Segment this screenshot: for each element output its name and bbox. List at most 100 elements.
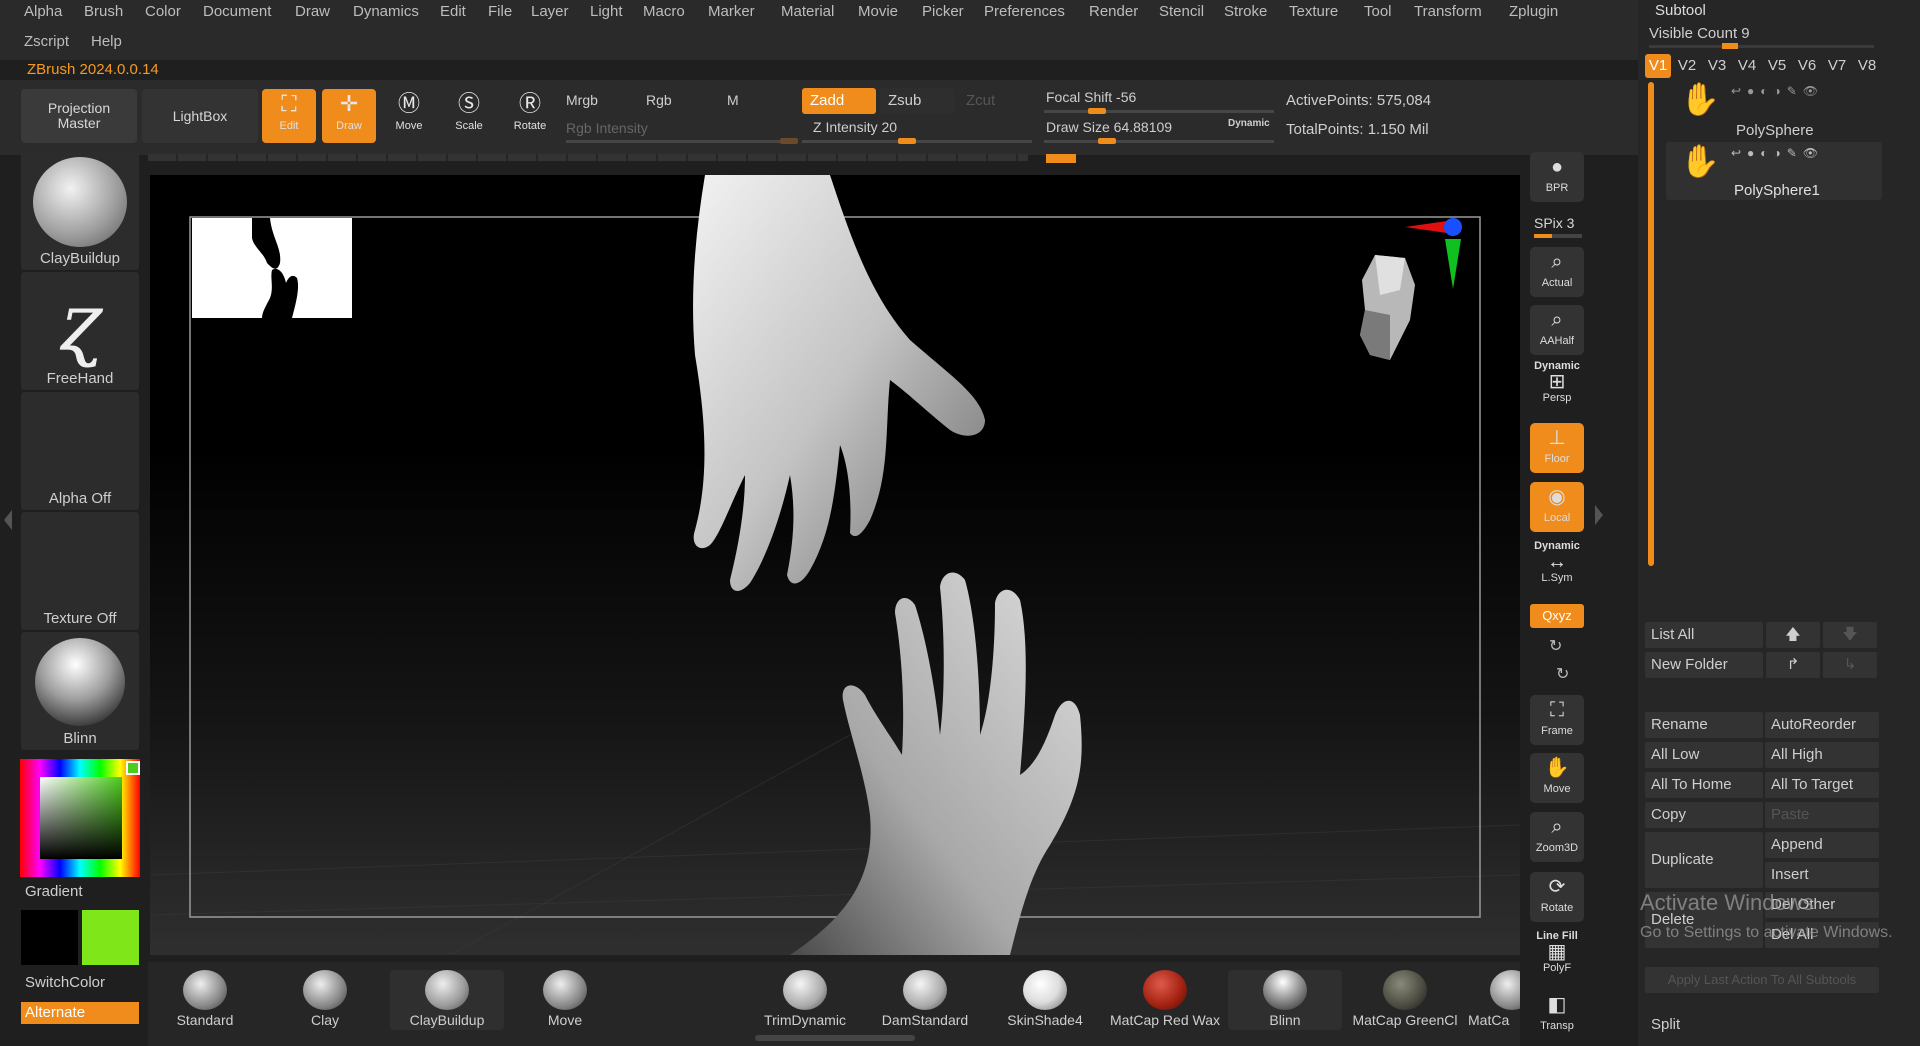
append-button[interactable]: Append [1765,832,1879,858]
subtool-scrollbar[interactable] [1648,82,1654,566]
switch-color-button[interactable]: SwitchColor [25,974,105,991]
spix-slider[interactable]: SPix 3 [1534,215,1574,231]
paste-button[interactable]: Paste [1765,802,1879,828]
rgb-intensity-knob[interactable] [780,138,798,144]
brush-move[interactable]: Move [510,970,620,1030]
tab-v2[interactable]: V2 [1674,54,1700,78]
floor-button[interactable]: ⊥ Floor [1530,423,1584,473]
lsym-button[interactable]: Dynamic ↔ L.Sym [1530,540,1584,590]
menu-zscript[interactable]: Zscript [24,33,69,50]
rotate-z-icon[interactable]: ↻ [1556,664,1569,684]
material-skinshade4[interactable]: SkinShade4 [990,970,1100,1030]
menu-movie[interactable]: Movie [858,3,898,20]
viewport-canvas[interactable] [150,175,1520,955]
brush-trimdynamic[interactable]: TrimDynamic [750,970,860,1030]
move-out-folder-icon[interactable]: ↳ [1823,652,1877,678]
aahalf-button[interactable]: ⌕ AAHalf [1530,305,1584,355]
zoom3d-button[interactable]: ⌕ Zoom3D [1530,812,1584,862]
bottom-shelf-scrollbar[interactable] [755,1035,915,1041]
apply-last-action-button[interactable]: Apply Last Action To All Subtools [1645,967,1879,993]
copy-button[interactable]: Copy [1645,802,1763,828]
move-up-arrow-icon[interactable]: 🡅 [1766,622,1820,648]
rgb-intensity-slider[interactable]: Rgb Intensity [566,120,648,136]
material-slot[interactable]: Blinn [21,632,139,750]
color-picker-handle[interactable] [126,761,140,775]
z-intensity-knob[interactable] [898,138,916,144]
z-intensity-slider[interactable]: Z Intensity 20 [813,119,897,135]
menu-preferences[interactable]: Preferences [984,3,1065,20]
material-matcap-greenclay[interactable]: MatCap GreenCl [1350,970,1460,1030]
xyz-button[interactable]: Qxyz [1530,604,1584,628]
local-button[interactable]: ◉ Local [1530,482,1584,532]
subtool-controls-icon[interactable]: ↩●◐◑✎👁 [1731,146,1824,160]
rotate-button[interactable]: Ⓡ Rotate [503,89,557,143]
visible-count-knob[interactable] [1722,43,1738,49]
shelf-scrollbar[interactable] [148,154,1028,161]
primary-color-swatch[interactable] [21,910,78,965]
move-down-arrow-icon[interactable]: 🡇 [1823,622,1877,648]
tab-v8[interactable]: V8 [1854,54,1880,78]
rename-button[interactable]: Rename [1645,712,1763,738]
menu-document[interactable]: Document [203,3,271,20]
rgb-button[interactable]: Rgb [646,92,672,108]
tab-v7[interactable]: V7 [1824,54,1850,78]
subtool-title[interactable]: Subtool [1655,2,1706,19]
menu-zplugin[interactable]: Zplugin [1509,3,1558,20]
menu-render[interactable]: Render [1089,3,1138,20]
split-section[interactable]: Split [1645,1012,1879,1038]
zadd-button[interactable]: Zadd [802,88,876,114]
rotate-y-icon[interactable]: ↻ [1549,636,1562,656]
menu-draw[interactable]: Draw [295,3,330,20]
actual-button[interactable]: ⌕ Actual [1530,247,1584,297]
edit-button[interactable]: ⛶ Edit [262,89,316,143]
persp-button[interactable]: Dynamic ⊞ Persp [1530,360,1584,410]
brush-standard[interactable]: Standard [150,970,260,1030]
dynamic-toggle[interactable]: Dynamic [1228,118,1270,129]
focal-shift-knob[interactable] [1088,108,1106,114]
alpha-slot[interactable]: Alpha Off [21,392,139,510]
alternate-button[interactable]: Alternate [21,1002,139,1024]
bpr-button[interactable]: ● BPR [1530,152,1584,202]
new-folder-button[interactable]: New Folder [1645,652,1763,678]
subtool-item-polysphere[interactable]: ✋ ↩●◐◑✎👁 PolySphere [1666,80,1882,140]
gradient-label[interactable]: Gradient [25,883,83,900]
axis-gizmo[interactable] [1405,217,1465,297]
menu-dynamics[interactable]: Dynamics [353,3,419,20]
projection-master-button[interactable]: Projection Master [21,89,137,143]
menu-tool[interactable]: Tool [1364,3,1392,20]
menu-marker[interactable]: Marker [708,3,755,20]
brush-clay[interactable]: Clay [270,970,380,1030]
draw-size-knob[interactable] [1098,138,1116,144]
auto-reorder-button[interactable]: AutoReorder [1765,712,1879,738]
lightbox-button[interactable]: LightBox [142,89,258,143]
menu-stencil[interactable]: Stencil [1159,3,1204,20]
material-matcap-more[interactable]: MatCa [1468,970,1520,1030]
draw-size-slider[interactable]: Draw Size 64.88109 [1046,119,1172,135]
zsub-button[interactable]: Zsub [880,88,954,114]
frame-button[interactable]: ⛶ Frame [1530,695,1584,745]
rotate-view-button[interactable]: ⟳ Rotate [1530,872,1584,922]
tab-v6[interactable]: V6 [1794,54,1820,78]
draw-button[interactable]: ✛ Draw [322,89,376,143]
menu-stroke[interactable]: Stroke [1224,3,1267,20]
focal-shift-slider[interactable]: Focal Shift -56 [1046,89,1136,105]
subtool-controls-icon[interactable]: ↩●◐◑✎👁 [1731,84,1824,98]
brush-claybuildup[interactable]: ClayBuildup [390,970,504,1030]
menu-file[interactable]: File [488,3,512,20]
menu-edit[interactable]: Edit [440,3,466,20]
scale-button[interactable]: Ⓢ Scale [442,89,496,143]
zcut-button[interactable]: Zcut [958,88,1032,114]
secondary-color-swatch[interactable] [82,910,139,965]
material-matcap-red-wax[interactable]: MatCap Red Wax [1110,970,1220,1030]
visible-count-slider[interactable]: Visible Count 9 [1649,25,1750,42]
right-collapse-arrow-icon[interactable] [1595,505,1603,525]
left-collapse-arrow-icon[interactable] [4,510,12,530]
all-low-button[interactable]: All Low [1645,742,1763,768]
move-view-button[interactable]: ✋ Move [1530,753,1584,803]
menu-layer[interactable]: Layer [531,3,569,20]
insert-button[interactable]: Insert [1765,862,1879,888]
list-all-button[interactable]: List All [1645,622,1763,648]
menu-material[interactable]: Material [781,3,834,20]
m-button[interactable]: M [727,92,739,108]
all-to-home-button[interactable]: All To Home [1645,772,1763,798]
